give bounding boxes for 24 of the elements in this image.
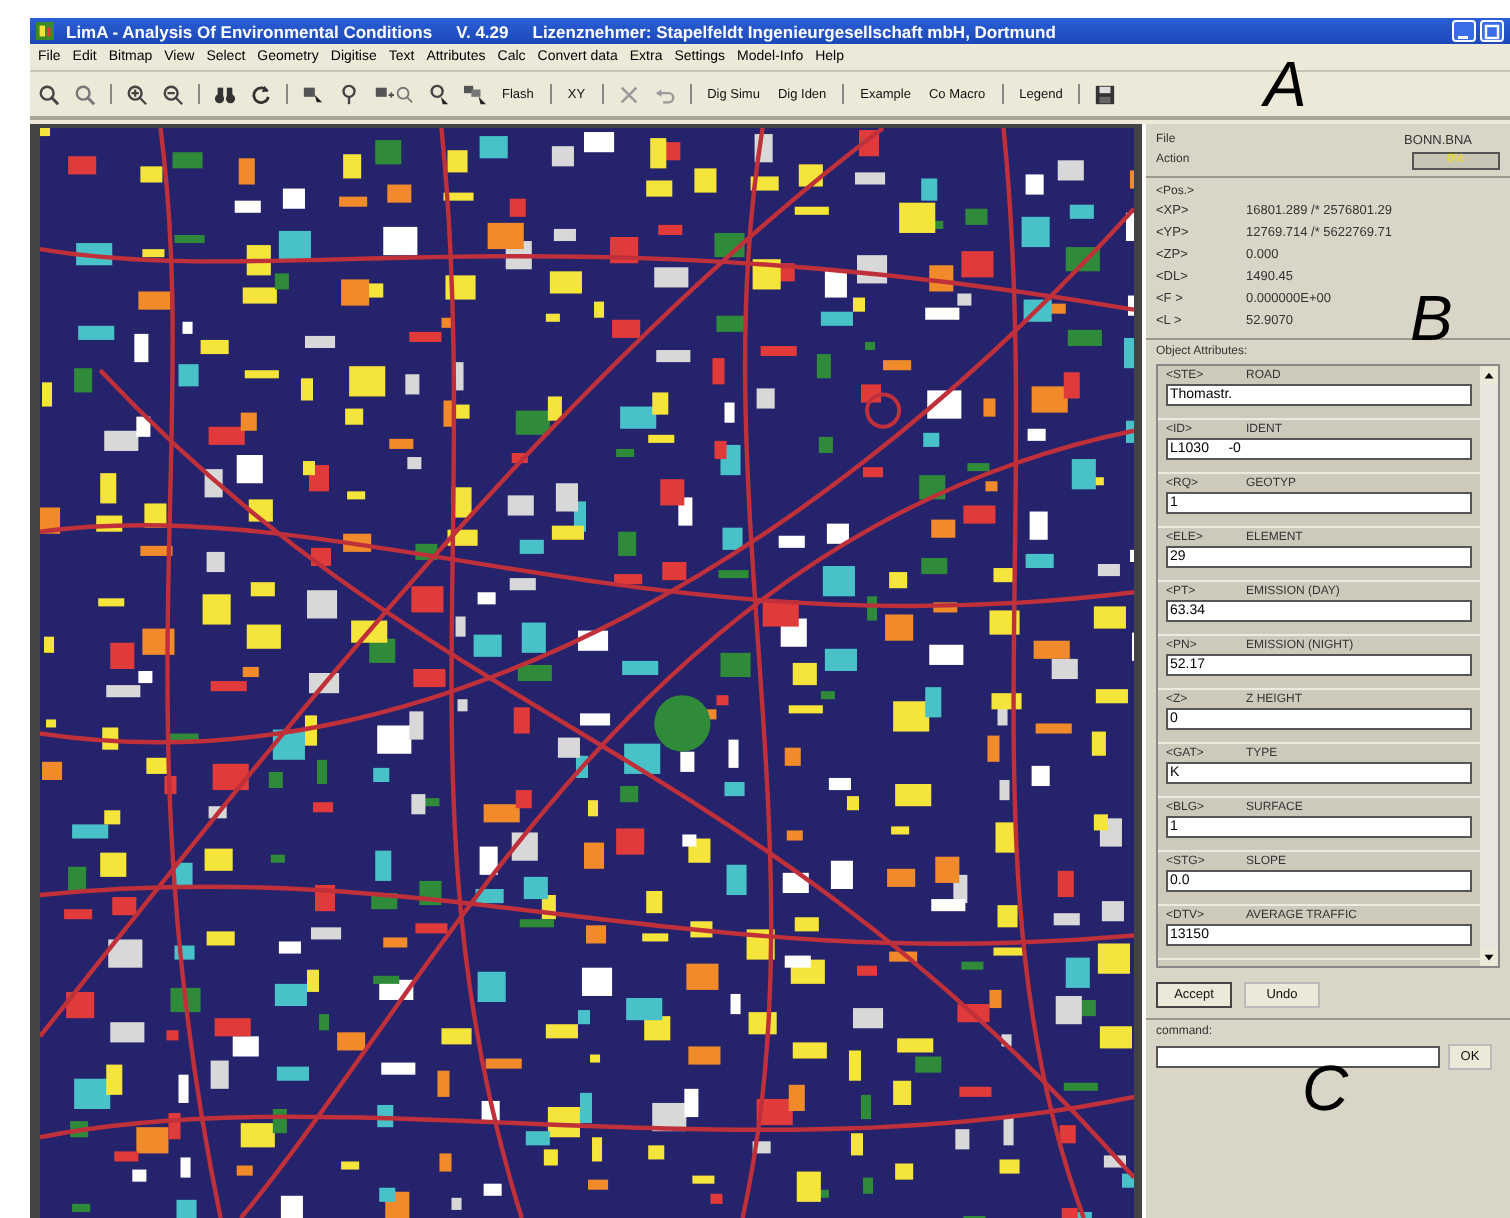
app-icon xyxy=(36,22,54,40)
version-label: V. 4.29 xyxy=(456,21,509,41)
zoom-out-icon[interactable] xyxy=(74,83,96,105)
refresh-icon[interactable] xyxy=(250,83,272,105)
pin-cursor-icon[interactable] xyxy=(428,83,450,105)
binoculars-icon[interactable] xyxy=(214,83,236,105)
save-icon[interactable] xyxy=(1094,83,1117,105)
annotation-letter: B xyxy=(1410,286,1453,350)
annotation-letter: C xyxy=(1302,1056,1349,1120)
scrollbar[interactable] xyxy=(1480,366,1498,966)
annotation-letter: A xyxy=(1264,52,1307,116)
zoom-in-icon[interactable] xyxy=(38,83,60,105)
multi-select-icon[interactable] xyxy=(464,83,486,105)
command-field[interactable] xyxy=(1156,1046,1440,1068)
scroll-up-icon[interactable] xyxy=(1480,366,1498,384)
zoom-out-icon[interactable] xyxy=(162,83,184,105)
city-map-drawing[interactable] xyxy=(40,128,1134,1218)
zoom-in-icon[interactable] xyxy=(126,83,148,105)
window-title: LimA - Analysis Of Environmental Conditions xyxy=(66,21,433,41)
select-zoom-icon[interactable] xyxy=(374,83,414,105)
pin-icon[interactable] xyxy=(338,83,360,105)
licensee-label: Lizenznehmer: Stapelfeldt Ingenieurgesellschaft mbH, Dortmund xyxy=(532,21,1056,41)
scroll-down-icon[interactable] xyxy=(1480,948,1498,966)
select-cursor-icon[interactable] xyxy=(302,83,324,105)
